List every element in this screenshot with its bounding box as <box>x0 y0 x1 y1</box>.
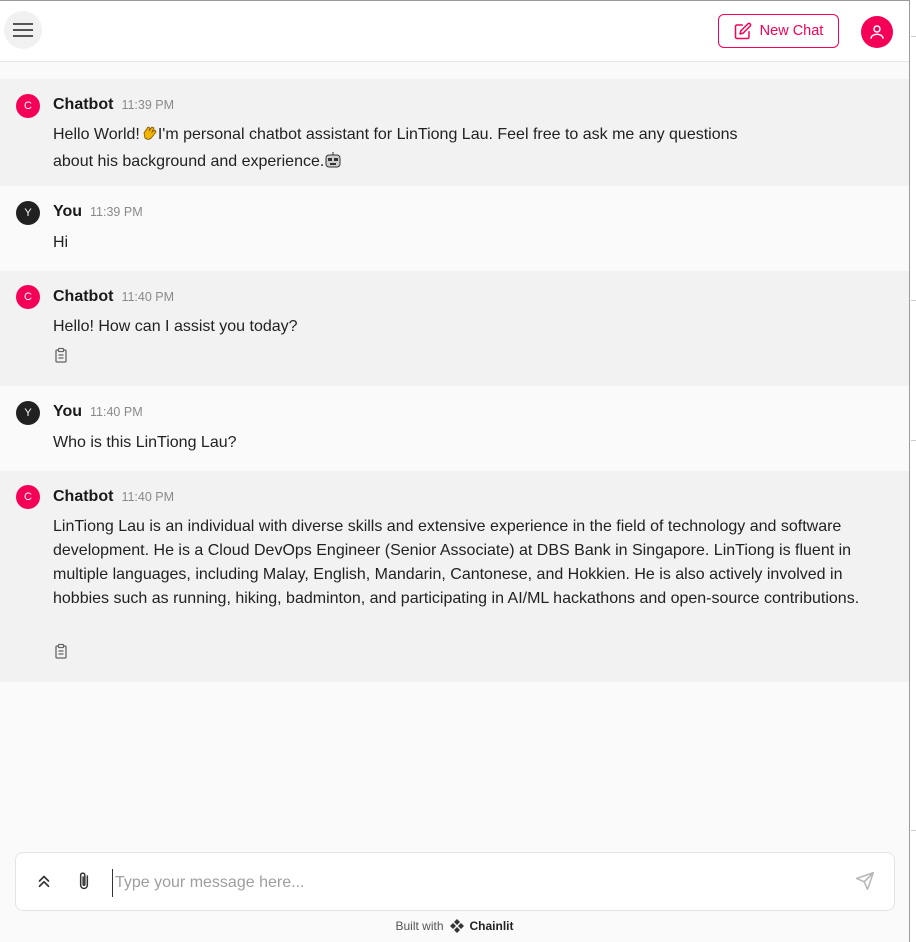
chat-input[interactable] <box>112 869 837 897</box>
message-item: C Chatbot 11:40 PM Hello! How can I assis… <box>0 271 909 386</box>
message-text: I'm personal chatbot assistant for LinTi… <box>157 126 738 143</box>
message-content: Hello! How can I assist you today? <box>53 318 298 335</box>
waving-hand-emoji <box>140 124 158 150</box>
message-item: Y You 11:39 PM Hi <box>0 186 909 271</box>
message-content: Hi <box>53 234 69 251</box>
message-content: LinTiong Lau is an individual with diver… <box>53 518 860 607</box>
built-with-label: Built with <box>395 919 444 933</box>
message-item: C Chatbot 11:39 PM Hello World! I'm person… <box>0 79 909 186</box>
message-item: C Chatbot 11:40 PM LinTiong Lau is an ind… <box>0 471 909 682</box>
author-name: Chatbot <box>53 288 114 305</box>
robot-emoji <box>324 151 342 177</box>
chevrons-up-icon <box>38 875 50 888</box>
send-button[interactable] <box>854 870 876 892</box>
avatar: C <box>16 94 40 118</box>
avatar: Y <box>16 401 40 425</box>
message-author: Chatbot 11:40 PM <box>53 488 174 506</box>
avatar: C <box>16 285 40 309</box>
copy-icon[interactable] <box>53 347 69 363</box>
edit-icon <box>734 22 751 40</box>
chat-app: New Chat C Chatbot 11:39 PM Hello World! I… <box>0 0 910 942</box>
paperclip-icon <box>79 872 89 890</box>
chainlit-logo-icon <box>449 919 464 933</box>
message-author: You 11:39 PM <box>53 203 143 221</box>
author-name: Chatbot <box>53 488 114 505</box>
message-content: Who is this LinTiong Lau? <box>53 434 237 451</box>
top-bar: New Chat <box>0 1 909 62</box>
menu-button[interactable] <box>4 11 42 49</box>
message-content: Hello World! I'm personal chatbot assista… <box>53 123 895 177</box>
message-text: about his background and experience. <box>53 153 325 170</box>
message-time: 11:40 PM <box>90 405 143 419</box>
message-author: Chatbot 11:40 PM <box>53 288 174 306</box>
message-time: 11:39 PM <box>121 98 175 112</box>
message-text: Hello World! <box>53 126 140 143</box>
attach-button[interactable] <box>73 870 95 892</box>
author-name: You <box>53 403 83 420</box>
hamburger-icon <box>13 23 33 37</box>
author-name: You <box>53 203 83 220</box>
message-item: Y You 11:40 PM Who is this LinTiong Lau? <box>0 386 909 471</box>
built-with-footer[interactable]: Built with Chainlit <box>0 918 909 934</box>
send-icon <box>855 871 875 891</box>
background-window-edge <box>911 0 916 942</box>
message-author: You 11:40 PM <box>53 403 143 421</box>
message-time: 11:40 PM <box>121 490 175 504</box>
user-icon <box>870 25 884 39</box>
avatar: C <box>16 485 40 509</box>
message-time: 11:40 PM <box>121 290 175 304</box>
author-name: Chatbot <box>53 96 114 113</box>
new-chat-label: New Chat <box>759 23 824 39</box>
new-chat-button[interactable]: New Chat <box>718 14 839 48</box>
copy-icon[interactable] <box>53 643 69 659</box>
message-author: Chatbot 11:39 PM <box>53 96 174 114</box>
message-time: 11:39 PM <box>90 205 143 219</box>
chainlit-brand: Chainlit <box>469 919 514 933</box>
user-menu-button[interactable] <box>861 16 893 48</box>
message-composer <box>15 852 895 911</box>
avatar: Y <box>16 201 40 225</box>
expand-button[interactable] <box>33 870 55 892</box>
